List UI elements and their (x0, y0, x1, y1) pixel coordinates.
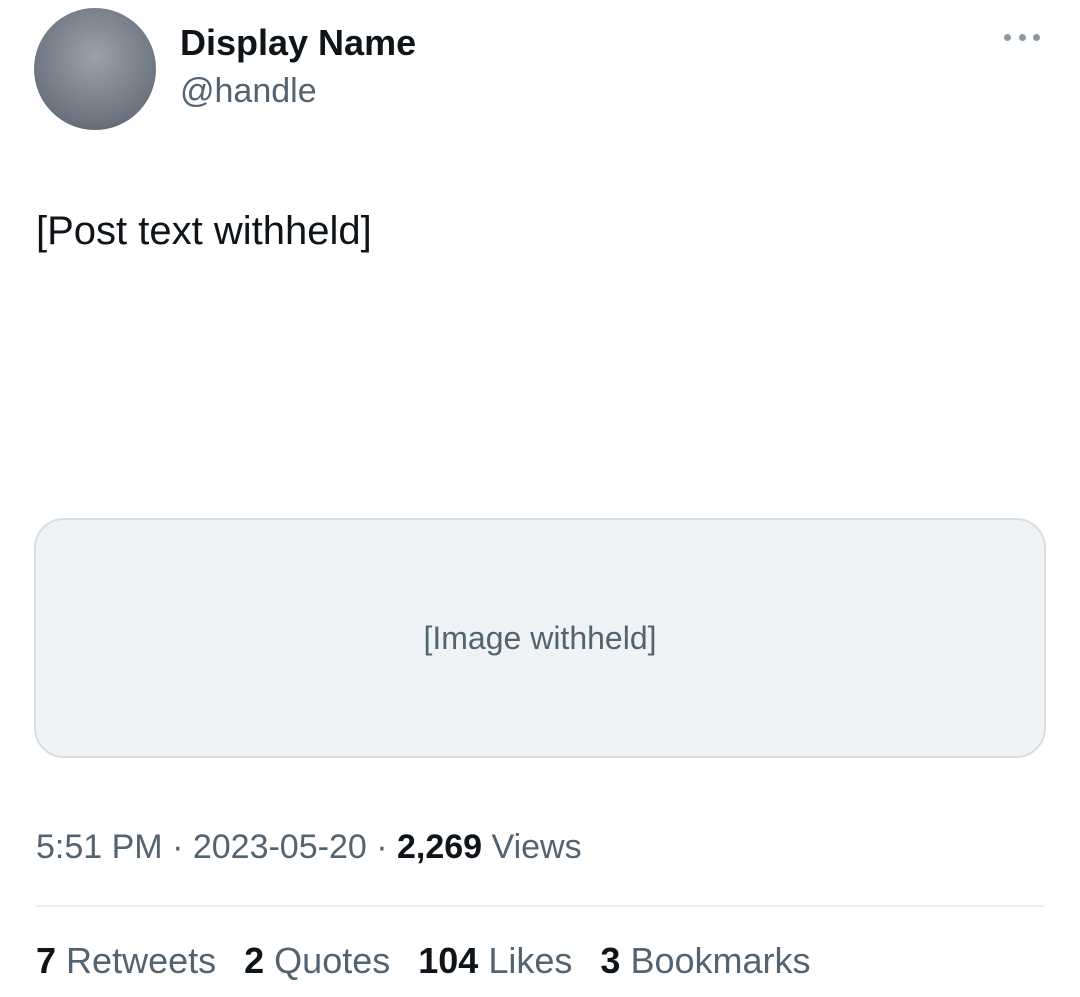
avatar[interactable] (34, 8, 156, 130)
tweet-time[interactable]: 5:51 PM (36, 828, 163, 866)
divider (36, 905, 1044, 907)
tweet-date[interactable]: 2023-05-20 (193, 828, 367, 866)
tweet-media[interactable]: [Image withheld] (34, 518, 1046, 758)
tweet-meta: 5:51 PM · 2023-05-20 · 2,269 Views (36, 828, 582, 866)
tweet-text: [Post text withheld] (36, 209, 372, 253)
stat-likes[interactable]: 104 Likes (418, 940, 572, 982)
views-label: Views (491, 828, 582, 866)
more-options-icon[interactable] (1004, 34, 1040, 44)
stat-bookmarks[interactable]: 3 Bookmarks (600, 940, 810, 982)
display-name[interactable]: Display Name (180, 22, 416, 64)
stat-quotes[interactable]: 2 Quotes (244, 940, 390, 982)
engagement-stats: 7 Retweets 2 Quotes 104 Likes 3 Bookmark… (36, 940, 811, 982)
stat-retweets[interactable]: 7 Retweets (36, 940, 216, 982)
views-count: 2,269 (396, 828, 483, 866)
handle[interactable]: @handle (180, 72, 317, 111)
media-caption: [Image withheld] (423, 619, 657, 656)
